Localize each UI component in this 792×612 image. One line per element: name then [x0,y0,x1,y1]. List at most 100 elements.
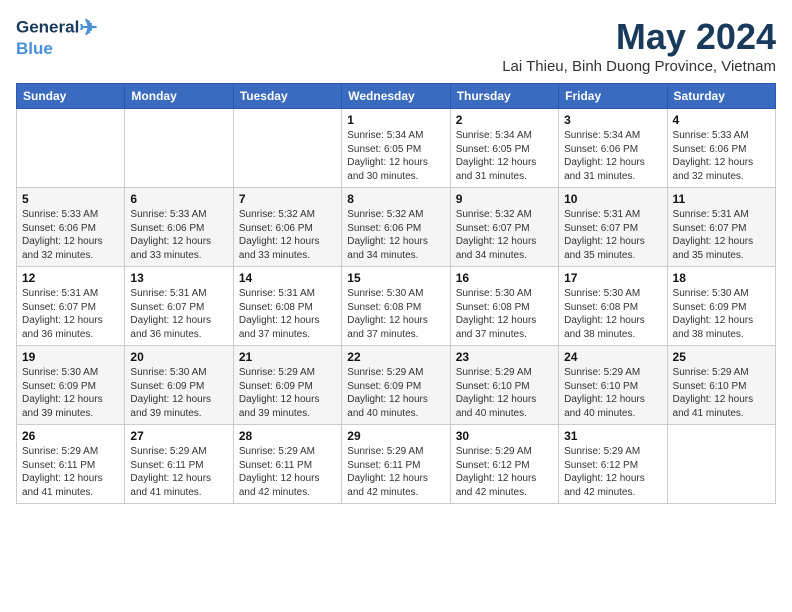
col-tuesday: Tuesday [233,84,341,109]
table-row: 15Sunrise: 5:30 AM Sunset: 6:08 PM Dayli… [342,267,450,346]
table-row: 19Sunrise: 5:30 AM Sunset: 6:09 PM Dayli… [17,346,125,425]
table-row: 5Sunrise: 5:33 AM Sunset: 6:06 PM Daylig… [17,188,125,267]
day-number: 27 [130,429,227,443]
day-info: Sunrise: 5:30 AM Sunset: 6:08 PM Dayligh… [564,287,661,341]
day-number: 31 [564,429,661,443]
day-number: 10 [564,192,661,206]
table-row: 9 Sunrise: 5:32 AM Sunset: 6:07 PM Daylig… [450,188,558,267]
table-row: 28 Sunrise: 5:29 AM Sunset: 6:11 PM Dayli… [233,425,341,504]
table-row: 24 Sunrise: 5:29 AM Sunset: 6:10 PM Dayli… [559,346,667,425]
day-number: 16 [456,271,553,285]
day-number: 2 [456,113,553,127]
col-saturday: Saturday [667,84,775,109]
table-row [125,109,233,188]
day-info: Sunrise: 5:32 AM Sunset: 6:07 PM Dayligh… [456,208,553,262]
day-number: 17 [564,271,661,285]
day-number: 8 [347,192,444,206]
table-row: 26 Sunrise: 5:29 AM Sunset: 6:11 PM Dayli… [17,425,125,504]
day-number: 4 [673,113,770,127]
logo: General✈ Blue [16,16,98,59]
day-info: Sunrise: 5:30 AM Sunset: 6:09 PM Dayligh… [130,366,227,420]
table-row [233,109,341,188]
table-row: 16 Sunrise: 5:30 AM Sunset: 6:08 PM Dayli… [450,267,558,346]
logo-blue: Blue [16,40,98,59]
day-number: 9 [456,192,553,206]
day-number: 7 [239,192,336,206]
logo-bird-icon: ✈ [79,15,97,40]
day-number: 25 [673,350,770,364]
calendar-week-row: 19Sunrise: 5:30 AM Sunset: 6:09 PM Dayli… [17,346,776,425]
calendar-table: Sunday Monday Tuesday Wednesday Thursday… [16,83,776,504]
table-row: 1Sunrise: 5:34 AM Sunset: 6:05 PM Daylig… [342,109,450,188]
table-row: 12Sunrise: 5:31 AM Sunset: 6:07 PM Dayli… [17,267,125,346]
page-header: General✈ Blue May 2024 Lai Thieu, Binh D… [16,16,776,75]
col-wednesday: Wednesday [342,84,450,109]
day-info: Sunrise: 5:31 AM Sunset: 6:08 PM Dayligh… [239,287,336,341]
day-number: 6 [130,192,227,206]
day-info: Sunrise: 5:29 AM Sunset: 6:09 PM Dayligh… [239,366,336,420]
day-number: 28 [239,429,336,443]
day-info: Sunrise: 5:29 AM Sunset: 6:12 PM Dayligh… [564,445,661,499]
day-info: Sunrise: 5:30 AM Sunset: 6:09 PM Dayligh… [22,366,119,420]
col-monday: Monday [125,84,233,109]
day-info: Sunrise: 5:29 AM Sunset: 6:10 PM Dayligh… [456,366,553,420]
day-info: Sunrise: 5:29 AM Sunset: 6:10 PM Dayligh… [673,366,770,420]
table-row [17,109,125,188]
day-number: 18 [673,271,770,285]
logo-general: General [16,18,79,37]
table-row: 29Sunrise: 5:29 AM Sunset: 6:11 PM Dayli… [342,425,450,504]
day-info: Sunrise: 5:32 AM Sunset: 6:06 PM Dayligh… [239,208,336,262]
day-number: 26 [22,429,119,443]
table-row: 31 Sunrise: 5:29 AM Sunset: 6:12 PM Dayli… [559,425,667,504]
table-row: 30 Sunrise: 5:29 AM Sunset: 6:12 PM Dayli… [450,425,558,504]
table-row: 2 Sunrise: 5:34 AM Sunset: 6:05 PM Daylig… [450,109,558,188]
table-row: 13 Sunrise: 5:31 AM Sunset: 6:07 PM Dayli… [125,267,233,346]
day-info: Sunrise: 5:30 AM Sunset: 6:08 PM Dayligh… [456,287,553,341]
table-row: 10 Sunrise: 5:31 AM Sunset: 6:07 PM Dayli… [559,188,667,267]
day-info: Sunrise: 5:31 AM Sunset: 6:07 PM Dayligh… [130,287,227,341]
day-number: 21 [239,350,336,364]
table-row: 23 Sunrise: 5:29 AM Sunset: 6:10 PM Dayli… [450,346,558,425]
table-row: 18Sunrise: 5:30 AM Sunset: 6:09 PM Dayli… [667,267,775,346]
calendar-week-row: 12Sunrise: 5:31 AM Sunset: 6:07 PM Dayli… [17,267,776,346]
day-info: Sunrise: 5:31 AM Sunset: 6:07 PM Dayligh… [22,287,119,341]
day-number: 11 [673,192,770,206]
day-info: Sunrise: 5:31 AM Sunset: 6:07 PM Dayligh… [564,208,661,262]
day-info: Sunrise: 5:33 AM Sunset: 6:06 PM Dayligh… [130,208,227,262]
title-block: May 2024 Lai Thieu, Binh Duong Province,… [502,16,776,75]
day-info: Sunrise: 5:30 AM Sunset: 6:08 PM Dayligh… [347,287,444,341]
day-info: Sunrise: 5:32 AM Sunset: 6:06 PM Dayligh… [347,208,444,262]
table-row: 27 Sunrise: 5:29 AM Sunset: 6:11 PM Dayli… [125,425,233,504]
col-thursday: Thursday [450,84,558,109]
day-info: Sunrise: 5:29 AM Sunset: 6:11 PM Dayligh… [239,445,336,499]
col-friday: Friday [559,84,667,109]
day-info: Sunrise: 5:29 AM Sunset: 6:12 PM Dayligh… [456,445,553,499]
day-number: 30 [456,429,553,443]
location-subtitle: Lai Thieu, Binh Duong Province, Vietnam [502,58,776,75]
table-row: 3Sunrise: 5:34 AM Sunset: 6:06 PM Daylig… [559,109,667,188]
day-number: 20 [130,350,227,364]
table-row: 20 Sunrise: 5:30 AM Sunset: 6:09 PM Dayli… [125,346,233,425]
day-info: Sunrise: 5:33 AM Sunset: 6:06 PM Dayligh… [22,208,119,262]
day-info: Sunrise: 5:34 AM Sunset: 6:06 PM Dayligh… [564,129,661,183]
col-sunday: Sunday [17,84,125,109]
day-info: Sunrise: 5:31 AM Sunset: 6:07 PM Dayligh… [673,208,770,262]
day-info: Sunrise: 5:29 AM Sunset: 6:11 PM Dayligh… [347,445,444,499]
day-info: Sunrise: 5:29 AM Sunset: 6:10 PM Dayligh… [564,366,661,420]
table-row: 21 Sunrise: 5:29 AM Sunset: 6:09 PM Dayli… [233,346,341,425]
table-row: 6 Sunrise: 5:33 AM Sunset: 6:06 PM Daylig… [125,188,233,267]
table-row: 17 Sunrise: 5:30 AM Sunset: 6:08 PM Dayli… [559,267,667,346]
table-row: 8 Sunrise: 5:32 AM Sunset: 6:06 PM Daylig… [342,188,450,267]
day-number: 23 [456,350,553,364]
table-row [667,425,775,504]
table-row: 7 Sunrise: 5:32 AM Sunset: 6:06 PM Daylig… [233,188,341,267]
table-row: 4 Sunrise: 5:33 AM Sunset: 6:06 PM Daylig… [667,109,775,188]
day-info: Sunrise: 5:34 AM Sunset: 6:05 PM Dayligh… [456,129,553,183]
day-info: Sunrise: 5:29 AM Sunset: 6:11 PM Dayligh… [130,445,227,499]
day-info: Sunrise: 5:33 AM Sunset: 6:06 PM Dayligh… [673,129,770,183]
day-number: 13 [130,271,227,285]
day-info: Sunrise: 5:29 AM Sunset: 6:11 PM Dayligh… [22,445,119,499]
day-number: 24 [564,350,661,364]
table-row: 14Sunrise: 5:31 AM Sunset: 6:08 PM Dayli… [233,267,341,346]
calendar-week-row: 26 Sunrise: 5:29 AM Sunset: 6:11 PM Dayli… [17,425,776,504]
